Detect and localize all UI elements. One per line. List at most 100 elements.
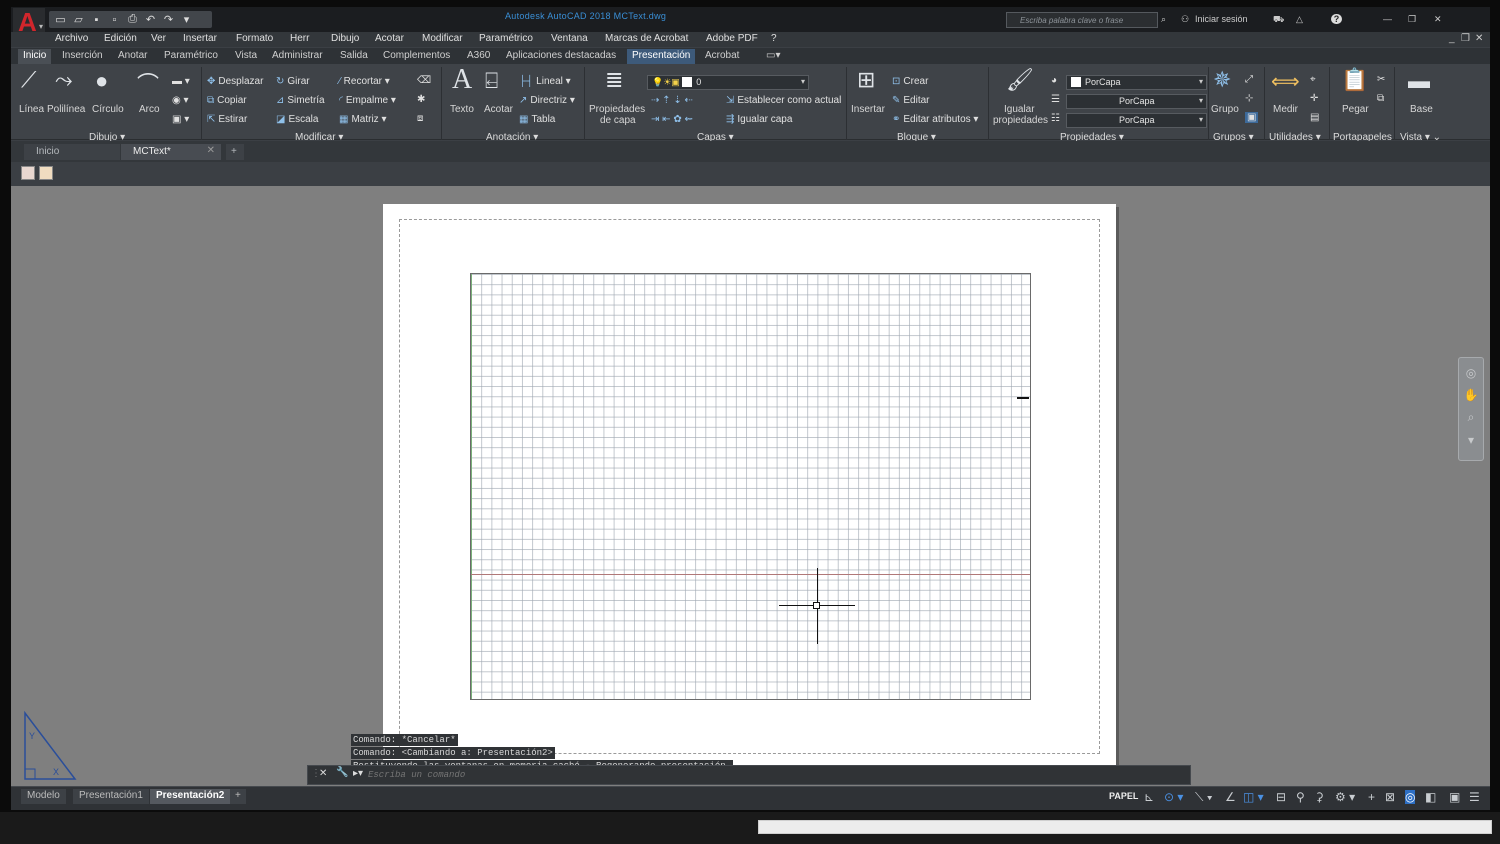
measure-icon[interactable]: ⟺	[1271, 69, 1300, 94]
tab-acrobat[interactable]: Acrobat	[705, 50, 739, 61]
cut-icon[interactable]: ✂	[1377, 74, 1385, 85]
customize-icon[interactable]: ▾	[179, 13, 194, 26]
snap-icon[interactable]: ⊙ ▾	[1164, 790, 1183, 804]
simetria-button[interactable]: ⊿ Simetría	[276, 95, 325, 106]
tab-parametrico[interactable]: Paramétrico	[164, 50, 218, 61]
copiar-button[interactable]: ⧉ Copiar	[207, 95, 247, 106]
fullscreen-icon[interactable]: ▣	[1449, 790, 1460, 804]
tab-vista[interactable]: Vista	[235, 50, 257, 61]
establecer-actual-button[interactable]: ⇲ Establecer como actual	[726, 95, 841, 106]
empalme-button[interactable]: ◜ Empalme ▾	[339, 95, 396, 106]
estirar-button[interactable]: ⇱ Estirar	[207, 114, 247, 125]
new-layout-plus-icon[interactable]: +	[230, 789, 246, 804]
plot-icon[interactable]: ⎙	[125, 13, 140, 26]
base-button[interactable]: Base	[1410, 104, 1433, 115]
recortar-button[interactable]: ⁄ Recortar ▾	[339, 76, 390, 87]
isolate-icon[interactable]: ◧	[1425, 790, 1436, 804]
tab-inicio[interactable]: Inicio	[18, 49, 52, 64]
menu-herr[interactable]: Herr	[290, 33, 309, 44]
linetype-dropdown[interactable]: PorCapa ▾	[1066, 94, 1207, 109]
tab-complementos[interactable]: Complementos	[383, 50, 450, 61]
pan-icon[interactable]: ✋	[1459, 388, 1483, 402]
menu-modificar[interactable]: Modificar	[422, 33, 463, 44]
polyline-icon[interactable]: ⤳	[55, 67, 73, 93]
menu-ver[interactable]: Ver	[151, 33, 166, 44]
tab-aplicaciones-destacadas[interactable]: Aplicaciones destacadas	[506, 50, 616, 61]
steering-wheel-icon[interactable]: ◎	[1459, 366, 1483, 380]
text-icon[interactable]: A	[452, 64, 472, 96]
doc-tab-inicio[interactable]: Inicio	[24, 144, 120, 160]
tab-administrar[interactable]: Administrar	[272, 50, 323, 61]
polilinea-button[interactable]: Polilínea	[47, 104, 85, 115]
menu-formato[interactable]: Formato	[236, 33, 273, 44]
girar-button[interactable]: ↻ Girar	[276, 76, 310, 87]
erase-icon[interactable]: ⌫	[417, 75, 431, 86]
match-properties-icon[interactable]: 🖌	[1006, 67, 1034, 93]
group-icon[interactable]: ✵	[1213, 67, 1231, 93]
line-icon[interactable]: ⟋	[21, 67, 36, 93]
redo-icon[interactable]: ↷	[161, 13, 176, 26]
texto-button[interactable]: Texto	[450, 104, 474, 115]
pdf-settings-icon[interactable]	[39, 166, 53, 180]
close-tab-icon[interactable]: ✕	[207, 145, 215, 156]
doc-minimize-icon[interactable]: _	[1449, 33, 1455, 44]
lineweight-dropdown[interactable]: PorCapa ▾	[1066, 113, 1207, 128]
copy-clip-icon[interactable]: ⧉	[1377, 93, 1384, 104]
explode-icon[interactable]: ✱	[417, 94, 425, 105]
cart-icon[interactable]: ⛟	[1273, 14, 1284, 26]
offset-icon[interactable]: ⧈	[417, 113, 423, 124]
doc-tab-mctext[interactable]: MCText* ✕	[121, 144, 221, 160]
layer-dropdown[interactable]: 💡☀▣ 0 ▾	[647, 75, 809, 90]
save-icon[interactable]: ▪	[89, 14, 104, 26]
plus-icon[interactable]: +	[1368, 790, 1375, 804]
command-input[interactable]	[368, 768, 1168, 782]
menu-ventana[interactable]: Ventana	[551, 33, 588, 44]
annotation-visibility-icon[interactable]: ⚳	[1315, 790, 1324, 804]
group-edit-icon[interactable]: ⊹	[1245, 93, 1253, 104]
restore-window-icon[interactable]: ❐	[1408, 14, 1416, 25]
menu-archivo[interactable]: Archivo	[55, 33, 88, 44]
help-button[interactable]: ?	[1331, 14, 1342, 24]
a360-icon[interactable]: △	[1296, 14, 1303, 25]
ungroup-icon[interactable]: ⤢	[1245, 74, 1253, 85]
menu-marcas-acrobat[interactable]: Marcas de Acrobat	[605, 33, 688, 44]
id-point-icon[interactable]: ✛	[1310, 93, 1318, 104]
medir-button[interactable]: Medir	[1273, 104, 1298, 115]
boundary-icon[interactable]: ▣ ▾	[172, 114, 189, 125]
paste-icon[interactable]: 📋	[1341, 67, 1368, 93]
tab-anotar[interactable]: Anotar	[118, 50, 147, 61]
crear-button[interactable]: ⊡ Crear	[892, 76, 928, 87]
insertar-button[interactable]: Insertar	[851, 104, 885, 115]
object-snap-icon[interactable]: ◫ ▾	[1243, 790, 1264, 804]
grupo-button[interactable]: Grupo	[1211, 104, 1239, 115]
annotation-scale-icon[interactable]: ⚲	[1296, 790, 1305, 804]
close-window-icon[interactable]: ✕	[1434, 14, 1442, 25]
undo-icon[interactable]: ↶	[143, 13, 158, 26]
lineweight-toggle-icon[interactable]: ⊟	[1276, 790, 1286, 804]
desplazar-button[interactable]: ✥ Desplazar	[207, 76, 263, 87]
sign-in-button[interactable]: Iniciar sesión	[1195, 14, 1248, 24]
layer-tools2-icons[interactable]: ⇥ ⇤ ✿ ⇜	[651, 114, 693, 125]
menu-dibujo[interactable]: Dibujo	[331, 33, 359, 44]
menu-parametrico[interactable]: Paramétrico	[479, 33, 533, 44]
hardware-acceleration-icon[interactable]: ◎	[1405, 790, 1416, 804]
directriz-button[interactable]: ↗ Directriz ▾	[519, 95, 575, 106]
arco-button[interactable]: Arco	[139, 104, 160, 115]
matriz-button[interactable]: ▦ Matriz ▾	[339, 114, 387, 125]
doc-restore-icon[interactable]: ❐	[1461, 33, 1470, 44]
binoculars-icon[interactable]: ⌕	[1161, 14, 1166, 25]
quick-select-icon[interactable]: ⌖	[1310, 74, 1316, 85]
insert-block-icon[interactable]: ⊞	[857, 67, 875, 93]
circle-icon[interactable]: ●	[95, 68, 108, 94]
close-icon[interactable]: ✕	[319, 768, 327, 779]
command-prompt-icon[interactable]: ▸▾	[353, 768, 363, 779]
menu-insertar[interactable]: Insertar	[183, 33, 217, 44]
doc-close-icon[interactable]: ✕	[1475, 33, 1483, 44]
ribbon-toggle-icon[interactable]: ▭▾	[766, 50, 780, 61]
tab-salida[interactable]: Salida	[340, 50, 368, 61]
menu-help[interactable]: ?	[771, 33, 777, 44]
escala-button[interactable]: ◪ Escala	[276, 114, 318, 125]
calculator-icon[interactable]: ▤	[1310, 112, 1319, 123]
search-input[interactable]: Escriba palabra clave o frase	[1006, 12, 1158, 28]
propiedades-capa-button[interactable]: Propiedades	[589, 104, 645, 115]
